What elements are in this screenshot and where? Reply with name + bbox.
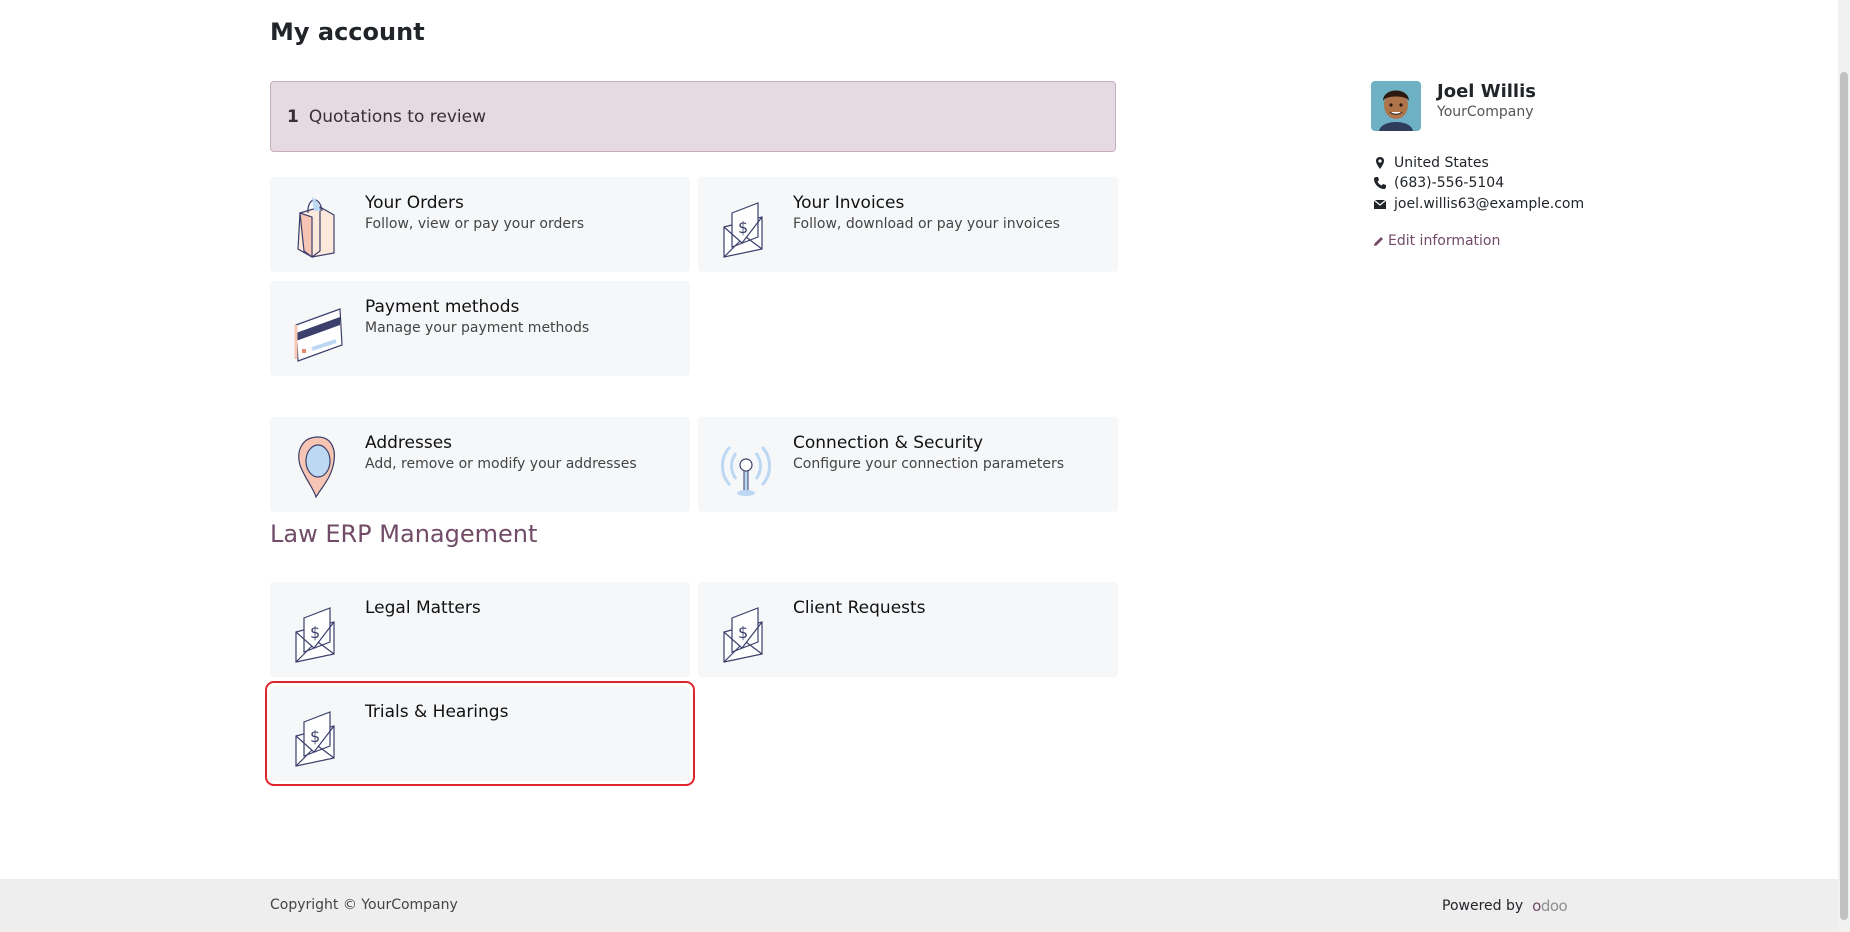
shopping-bag-icon (297, 197, 335, 259)
card-subtitle: Manage your payment methods (365, 320, 590, 336)
scrollbar-thumb[interactable] (1840, 72, 1848, 920)
your-invoices-card[interactable]: $ Your Invoices Follow, download or pay … (698, 177, 1118, 272)
quotations-alert[interactable]: 1 Quotations to review (270, 81, 1116, 152)
powered-by-label: Powered by (1442, 898, 1524, 914)
card-subtitle: Follow, download or pay your invoices (793, 216, 1060, 232)
antenna-icon (721, 445, 771, 496)
map-pin-icon (298, 436, 335, 499)
edit-information-link[interactable]: Edit information (1372, 233, 1500, 249)
footer: Copyright © YourCompany Powered by odoo (0, 879, 1838, 932)
alert-count: 1 (287, 106, 299, 127)
pencil-icon (1374, 236, 1383, 246)
card-title: Addresses (365, 433, 453, 453)
email-row: joel.willis63@example.com (1373, 196, 1584, 212)
avatar (1371, 81, 1421, 131)
card-title: Legal Matters (365, 598, 481, 618)
invoice-envelope-icon: $ (295, 607, 335, 663)
card-title: Your Orders (365, 193, 464, 213)
powered-by: Powered by odoo (1442, 897, 1568, 915)
page-title: My account (270, 18, 425, 46)
card-title: Your Invoices (793, 193, 905, 213)
card-title: Connection & Security (793, 433, 984, 453)
envelope-icon (1373, 199, 1387, 209)
section-title: Law ERP Management (270, 520, 538, 548)
edit-information-label: Edit information (1388, 233, 1501, 249)
map-marker-icon (1376, 157, 1384, 169)
credit-card-icon (294, 308, 343, 362)
alert-label: Quotations to review (308, 106, 486, 127)
copyright-text: Copyright © YourCompany (270, 897, 458, 913)
country-row: United States (1373, 155, 1489, 171)
phone-row: (683)-556-5104 (1373, 175, 1504, 191)
your-orders-card[interactable]: Your Orders Follow, view or pay your ord… (270, 177, 690, 272)
card-title: Trials & Hearings (365, 702, 509, 722)
card-title: Payment methods (365, 297, 520, 317)
addresses-card[interactable]: Addresses Add, remove or modify your add… (270, 417, 690, 512)
profile-name: Joel Willis (1437, 81, 1536, 102)
country-text: United States (1394, 155, 1489, 171)
payment-methods-card[interactable]: Payment methods Manage your payment meth… (270, 281, 690, 376)
legal-matters-card[interactable]: $ Legal Matters (270, 582, 690, 677)
invoice-envelope-icon: $ (723, 202, 763, 258)
card-subtitle: Add, remove or modify your addresses (365, 456, 637, 472)
svg-text:$: $ (738, 623, 748, 642)
email-text: joel.willis63@example.com (1394, 196, 1585, 212)
phone-text: (683)-556-5104 (1394, 175, 1505, 191)
connection-security-card[interactable]: Connection & Security Configure your con… (698, 417, 1118, 512)
odoo-logo[interactable]: odoo (1532, 897, 1568, 915)
profile-company: YourCompany (1437, 104, 1534, 120)
invoice-envelope-icon: $ (723, 607, 763, 663)
invoice-envelope-icon: $ (295, 711, 335, 767)
client-requests-card[interactable]: $ Client Requests (698, 582, 1118, 677)
card-title: Client Requests (793, 598, 926, 618)
svg-text:$: $ (310, 727, 320, 746)
svg-text:$: $ (738, 218, 748, 237)
phone-icon (1374, 177, 1386, 189)
card-subtitle: Configure your connection parameters (793, 456, 1065, 472)
page-scrollbar[interactable] (1838, 0, 1850, 932)
trials-hearings-card[interactable]: $ Trials & Hearings (265, 681, 695, 786)
svg-text:$: $ (310, 623, 320, 642)
card-subtitle: Follow, view or pay your orders (365, 216, 585, 232)
